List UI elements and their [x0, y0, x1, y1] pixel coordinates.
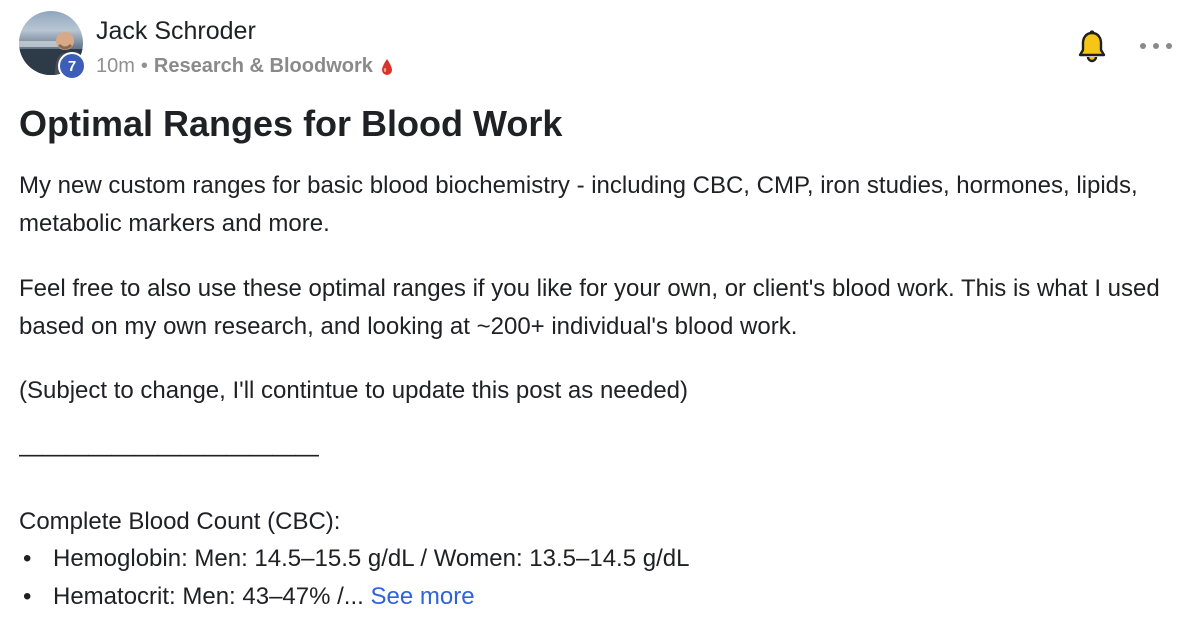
post-category[interactable]: Research & Bloodwork — [154, 53, 373, 79]
bullet-mark: • — [23, 545, 32, 572]
list-item-text: Hematocrit: Men: 43–47% /... — [53, 583, 364, 610]
meta-separator: • — [140, 55, 148, 77]
list-item: • Hematocrit: Men: 43–47% /... See more — [19, 578, 689, 616]
post-paragraph: (Subject to change, I'll contintue to up… — [19, 377, 689, 404]
post-title: Optimal Ranges for Blood Work — [19, 103, 563, 144]
more-dot — [1153, 43, 1159, 49]
bullet-list: • Hemoglobin: Men: 14.5–15.5 g/dL / Wome… — [19, 540, 689, 616]
level-badge: 7 — [58, 52, 86, 80]
blood-drop-icon — [381, 57, 393, 75]
section-title: Complete Blood Count (CBC): — [19, 508, 341, 535]
list-item: • Hemoglobin: Men: 14.5–15.5 g/dL / Wome… — [19, 540, 689, 578]
bell-icon[interactable] — [1076, 30, 1108, 64]
divider-line: ————————————— — [19, 441, 319, 468]
more-dot — [1140, 43, 1146, 49]
more-options-icon[interactable] — [1140, 38, 1172, 54]
author-name[interactable]: Jack Schroder — [96, 16, 256, 46]
see-more-link[interactable]: See more — [370, 583, 474, 610]
post-meta: 10m • Research & Bloodwork — [96, 53, 393, 79]
post-paragraph: My new custom ranges for basic blood bio… — [19, 172, 1138, 237]
list-item-text: Hemoglobin: Men: 14.5–15.5 g/dL / Women:… — [53, 545, 690, 572]
post-time: 10m — [96, 55, 135, 77]
post-paragraph: Feel free to also use these optimal rang… — [19, 275, 1160, 340]
bullet-mark: • — [23, 583, 32, 610]
more-dot — [1166, 43, 1172, 49]
